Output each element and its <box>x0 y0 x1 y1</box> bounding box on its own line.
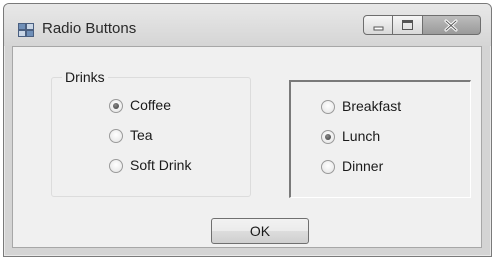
radio-indicator[interactable] <box>321 160 335 174</box>
window-client-area: Drinks Coffee Tea Soft Drink Breakfast L <box>12 46 482 248</box>
maximize-icon <box>402 20 413 30</box>
radio-label[interactable]: Coffee <box>130 97 171 113</box>
ok-button[interactable]: OK <box>211 218 309 244</box>
minimize-icon <box>373 26 384 31</box>
close-icon <box>444 19 458 32</box>
radio-indicator[interactable] <box>321 100 335 114</box>
radio-label[interactable]: Soft Drink <box>130 157 191 173</box>
drinks-groupbox: Drinks Coffee Tea Soft Drink <box>51 69 251 197</box>
minimize-button[interactable] <box>363 15 393 35</box>
window-title: Radio Buttons <box>42 20 137 37</box>
radio-label[interactable]: Lunch <box>342 128 380 144</box>
radio-buttons-window: Radio Buttons Drinks Coffee Tea Soft Dri… <box>3 3 492 257</box>
radio-label[interactable]: Breakfast <box>342 98 401 114</box>
meals-panel: Breakfast Lunch Dinner <box>289 80 471 198</box>
radio-indicator[interactable] <box>321 130 335 144</box>
radio-label[interactable]: Dinner <box>342 158 383 174</box>
title-bar[interactable]: Radio Buttons <box>4 4 491 46</box>
radio-indicator[interactable] <box>109 129 123 143</box>
maximize-button[interactable] <box>393 15 423 35</box>
close-button[interactable] <box>423 15 481 35</box>
radio-label[interactable]: Tea <box>130 127 153 143</box>
drinks-group-title: Drinks <box>62 69 108 85</box>
radio-indicator[interactable] <box>109 159 123 173</box>
radio-indicator[interactable] <box>109 99 123 113</box>
form-icon <box>18 23 34 37</box>
